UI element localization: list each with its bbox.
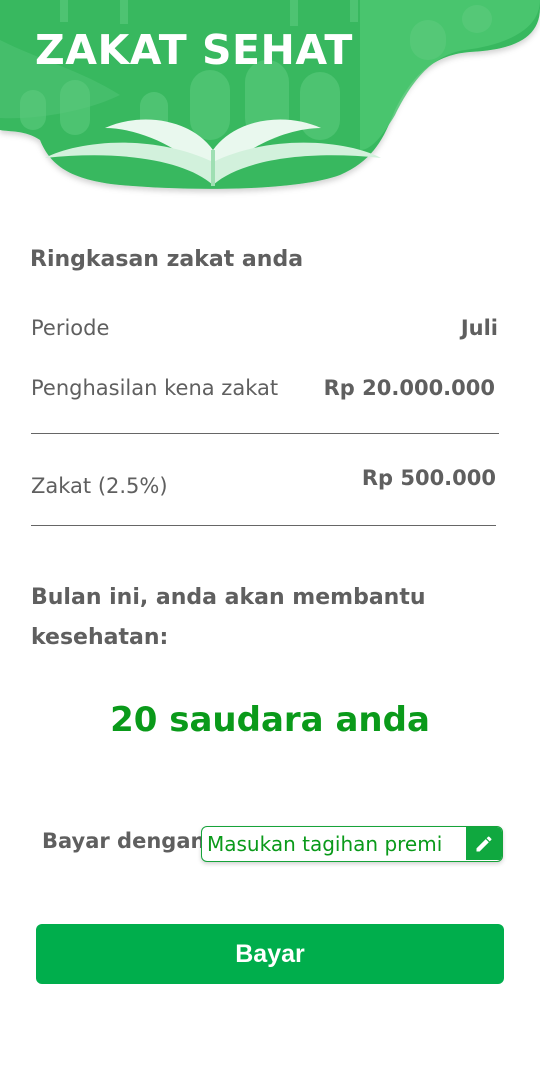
divider <box>31 433 499 434</box>
zakat-value: Rp 500.000 <box>361 466 496 490</box>
edit-button[interactable] <box>466 827 502 860</box>
summary-title: Ringkasan zakat anda <box>30 247 304 272</box>
impact-text: Bulan ini, anda akan membantu kesehatan: <box>31 585 426 650</box>
header-banner: ZAKAT SEHAT <box>0 0 540 200</box>
income-value: Rp 20.000.000 <box>323 376 495 400</box>
period-label: Periode <box>31 316 110 340</box>
pencil-icon <box>476 835 492 851</box>
divider <box>31 525 496 526</box>
period-value: Juli <box>460 316 498 340</box>
premium-bill-input[interactable] <box>202 827 466 860</box>
premium-input-group <box>201 826 503 862</box>
zakat-label: Zakat (2.5%) <box>31 474 168 498</box>
pay-with-label: Bayar dengan <box>42 829 206 853</box>
beneficiary-count: 20 saudara anda <box>110 700 430 740</box>
app-title: ZAKAT SEHAT <box>35 26 353 74</box>
pay-button[interactable]: Bayar <box>36 924 504 984</box>
income-label: Penghasilan kena zakat <box>31 376 279 400</box>
